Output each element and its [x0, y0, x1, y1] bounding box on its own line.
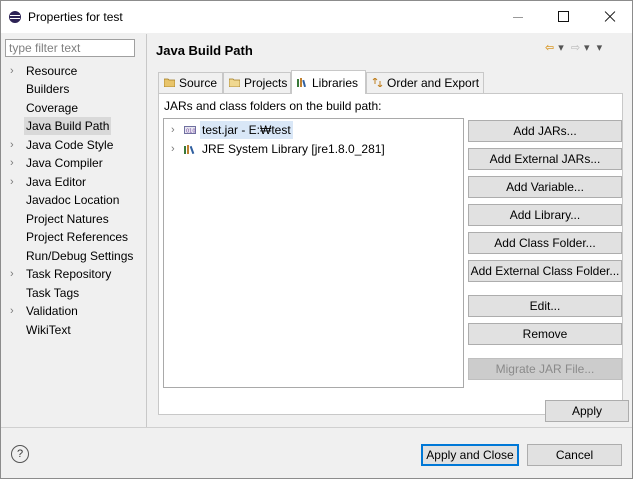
chevron-right-icon[interactable]: › [171, 121, 175, 139]
nav-item-java-build-path[interactable]: Java Build Path [1, 117, 145, 135]
nav-item-project-references[interactable]: Project References [1, 228, 145, 246]
chevron-right-icon[interactable]: › [171, 140, 175, 158]
cancel-button[interactable]: Cancel [527, 444, 622, 466]
tab-order-and-export[interactable]: Order and Export [366, 72, 484, 93]
footer-divider [1, 427, 632, 428]
order-export-icon [372, 78, 383, 87]
libraries-icon [297, 78, 307, 87]
chevron-right-icon[interactable]: › [10, 136, 14, 154]
libraries-description: JARs and class folders on the build path… [164, 99, 382, 113]
svg-text:010: 010 [186, 129, 196, 135]
nav-item-resource[interactable]: › Resource [1, 62, 145, 80]
close-icon[interactable] [587, 1, 633, 33]
add-library-button[interactable]: Add Library... [468, 204, 622, 226]
apply-and-close-button[interactable]: Apply and Close [421, 444, 519, 466]
back-arrow-icon[interactable]: ⇦ [545, 42, 554, 54]
nav-item-run-debug-settings[interactable]: Run/Debug Settings [1, 247, 145, 265]
nav-item-javadoc-location[interactable]: Javadoc Location [1, 191, 145, 209]
add-external-jars-button[interactable]: Add External JARs... [468, 148, 622, 170]
chevron-right-icon[interactable]: › [10, 265, 14, 283]
build-path-tree[interactable]: › 010 test.jar - E:₩test › JRE System Li… [163, 118, 464, 388]
menu-dropdown-icon[interactable]: ▾ [597, 42, 603, 54]
nav-item-task-tags[interactable]: Task Tags [1, 284, 145, 302]
title-bar: Properties for test [1, 1, 632, 33]
nav-item-wikitext[interactable]: WikiText [1, 321, 145, 339]
migrate-jar-button[interactable]: Migrate JAR File... [468, 358, 622, 380]
nav-item-project-natures[interactable]: Project Natures [1, 210, 145, 228]
remove-button[interactable]: Remove [468, 323, 622, 345]
nav-item-coverage[interactable]: Coverage [1, 99, 145, 117]
add-class-folder-button[interactable]: Add Class Folder... [468, 232, 622, 254]
tree-row-jre-system-library[interactable]: › JRE System Library [jre1.8.0_281] [164, 140, 454, 158]
tab-projects[interactable]: Projects [223, 72, 291, 93]
properties-dialog: Properties for test › Resource Builders … [0, 0, 633, 479]
nav-item-task-repository[interactable]: › Task Repository [1, 265, 145, 283]
tab-libraries[interactable]: Libraries [291, 70, 366, 94]
apply-button[interactable]: Apply [545, 400, 629, 422]
help-icon[interactable]: ? [11, 445, 29, 463]
filter-input[interactable] [5, 39, 135, 57]
forward-arrow-icon[interactable]: ⇨ [571, 42, 580, 54]
panel-divider[interactable] [146, 34, 147, 427]
jar-icon: 010 [184, 126, 196, 135]
nav-item-java-compiler[interactable]: › Java Compiler [1, 154, 145, 172]
projects-folder-icon [229, 78, 240, 87]
source-folder-icon [164, 78, 175, 87]
tree-row-test-jar[interactable]: › 010 test.jar - E:₩test [164, 121, 454, 139]
add-external-class-folder-button[interactable]: Add External Class Folder... [468, 260, 622, 282]
nav-item-java-code-style[interactable]: › Java Code Style [1, 136, 145, 154]
nav-item-validation[interactable]: › Validation [1, 302, 145, 320]
edit-button[interactable]: Edit... [468, 295, 622, 317]
chevron-right-icon[interactable]: › [10, 62, 14, 80]
page-title: Java Build Path [156, 43, 253, 58]
add-variable-button[interactable]: Add Variable... [468, 176, 622, 198]
window-title: Properties for test [28, 10, 123, 24]
tab-source[interactable]: Source [158, 72, 223, 93]
chevron-right-icon[interactable]: › [10, 173, 14, 191]
history-nav: ⇦ ▾ ⇨ ▾ ▾ [545, 41, 606, 54]
nav-item-java-editor[interactable]: › Java Editor [1, 173, 145, 191]
add-jars-button[interactable]: Add JARs... [468, 120, 622, 142]
library-icon [184, 145, 195, 154]
chevron-right-icon[interactable]: › [10, 302, 14, 320]
eclipse-icon [9, 11, 21, 23]
forward-dropdown-icon[interactable]: ▾ [584, 42, 590, 54]
nav-item-builders[interactable]: Builders [1, 80, 145, 98]
back-dropdown-icon[interactable]: ▾ [558, 42, 564, 54]
minimize-icon[interactable] [495, 1, 541, 33]
chevron-right-icon[interactable]: › [10, 154, 14, 172]
maximize-icon[interactable] [541, 1, 587, 33]
